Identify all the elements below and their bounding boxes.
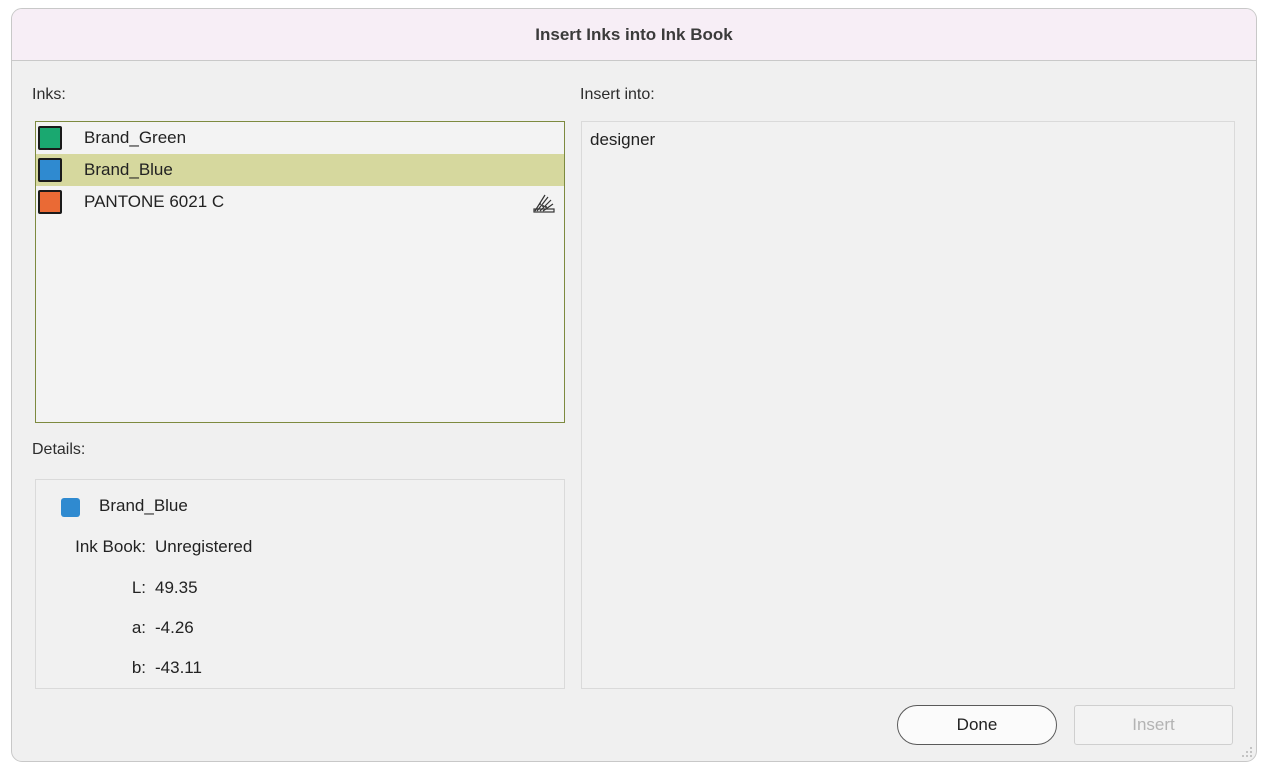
ink-book-item-designer[interactable]: designer — [590, 130, 655, 150]
lab-a-label: a: — [131, 618, 146, 637]
ink-name: PANTONE 6021 C — [84, 192, 225, 211]
ink-book-icon — [533, 194, 555, 213]
ink-swatch — [38, 126, 62, 150]
details-panel: Brand_Blue Ink Book: Unregistered L: 49.… — [35, 479, 565, 689]
inks-label: Inks: — [32, 86, 66, 103]
lab-a-value: -4.26 — [155, 618, 194, 637]
ink-row-brand-blue[interactable]: Brand_Blue — [36, 154, 564, 186]
insert-inks-dialog: Insert Inks into Ink Book Inks: Insert i… — [11, 8, 1257, 762]
ink-row-pantone-6021-c[interactable]: PANTONE 6021 C — [36, 186, 564, 218]
details-label: Details: — [32, 441, 86, 458]
lab-l-label: L: — [131, 578, 146, 597]
lab-b-value: -43.11 — [155, 658, 202, 677]
ink-name: Brand_Green — [84, 128, 187, 147]
insert-into-list[interactable]: designer — [581, 121, 1235, 689]
insert-button[interactable]: Insert — [1074, 705, 1233, 745]
done-button[interactable]: Done — [897, 705, 1057, 745]
ink-book-label: Ink Book: — [75, 537, 146, 556]
ink-swatch — [38, 158, 62, 182]
lab-l-value: 49.35 — [155, 578, 198, 597]
dialog-title: Insert Inks into Ink Book — [12, 9, 1256, 61]
details-swatch — [61, 498, 80, 517]
ink-row-brand-green[interactable]: Brand_Green — [36, 122, 564, 154]
ink-book-value: Unregistered — [155, 537, 253, 556]
ink-name: Brand_Blue — [84, 160, 173, 179]
insert-into-label: Insert into: — [580, 86, 655, 103]
details-ink-name: Brand_Blue — [99, 496, 188, 515]
inks-list[interactable]: Brand_Green Brand_Blue PANTONE 6021 C — [35, 121, 565, 423]
lab-b-label: b: — [131, 658, 146, 677]
resize-grip-icon[interactable] — [1241, 746, 1253, 758]
ink-swatch — [38, 190, 62, 214]
